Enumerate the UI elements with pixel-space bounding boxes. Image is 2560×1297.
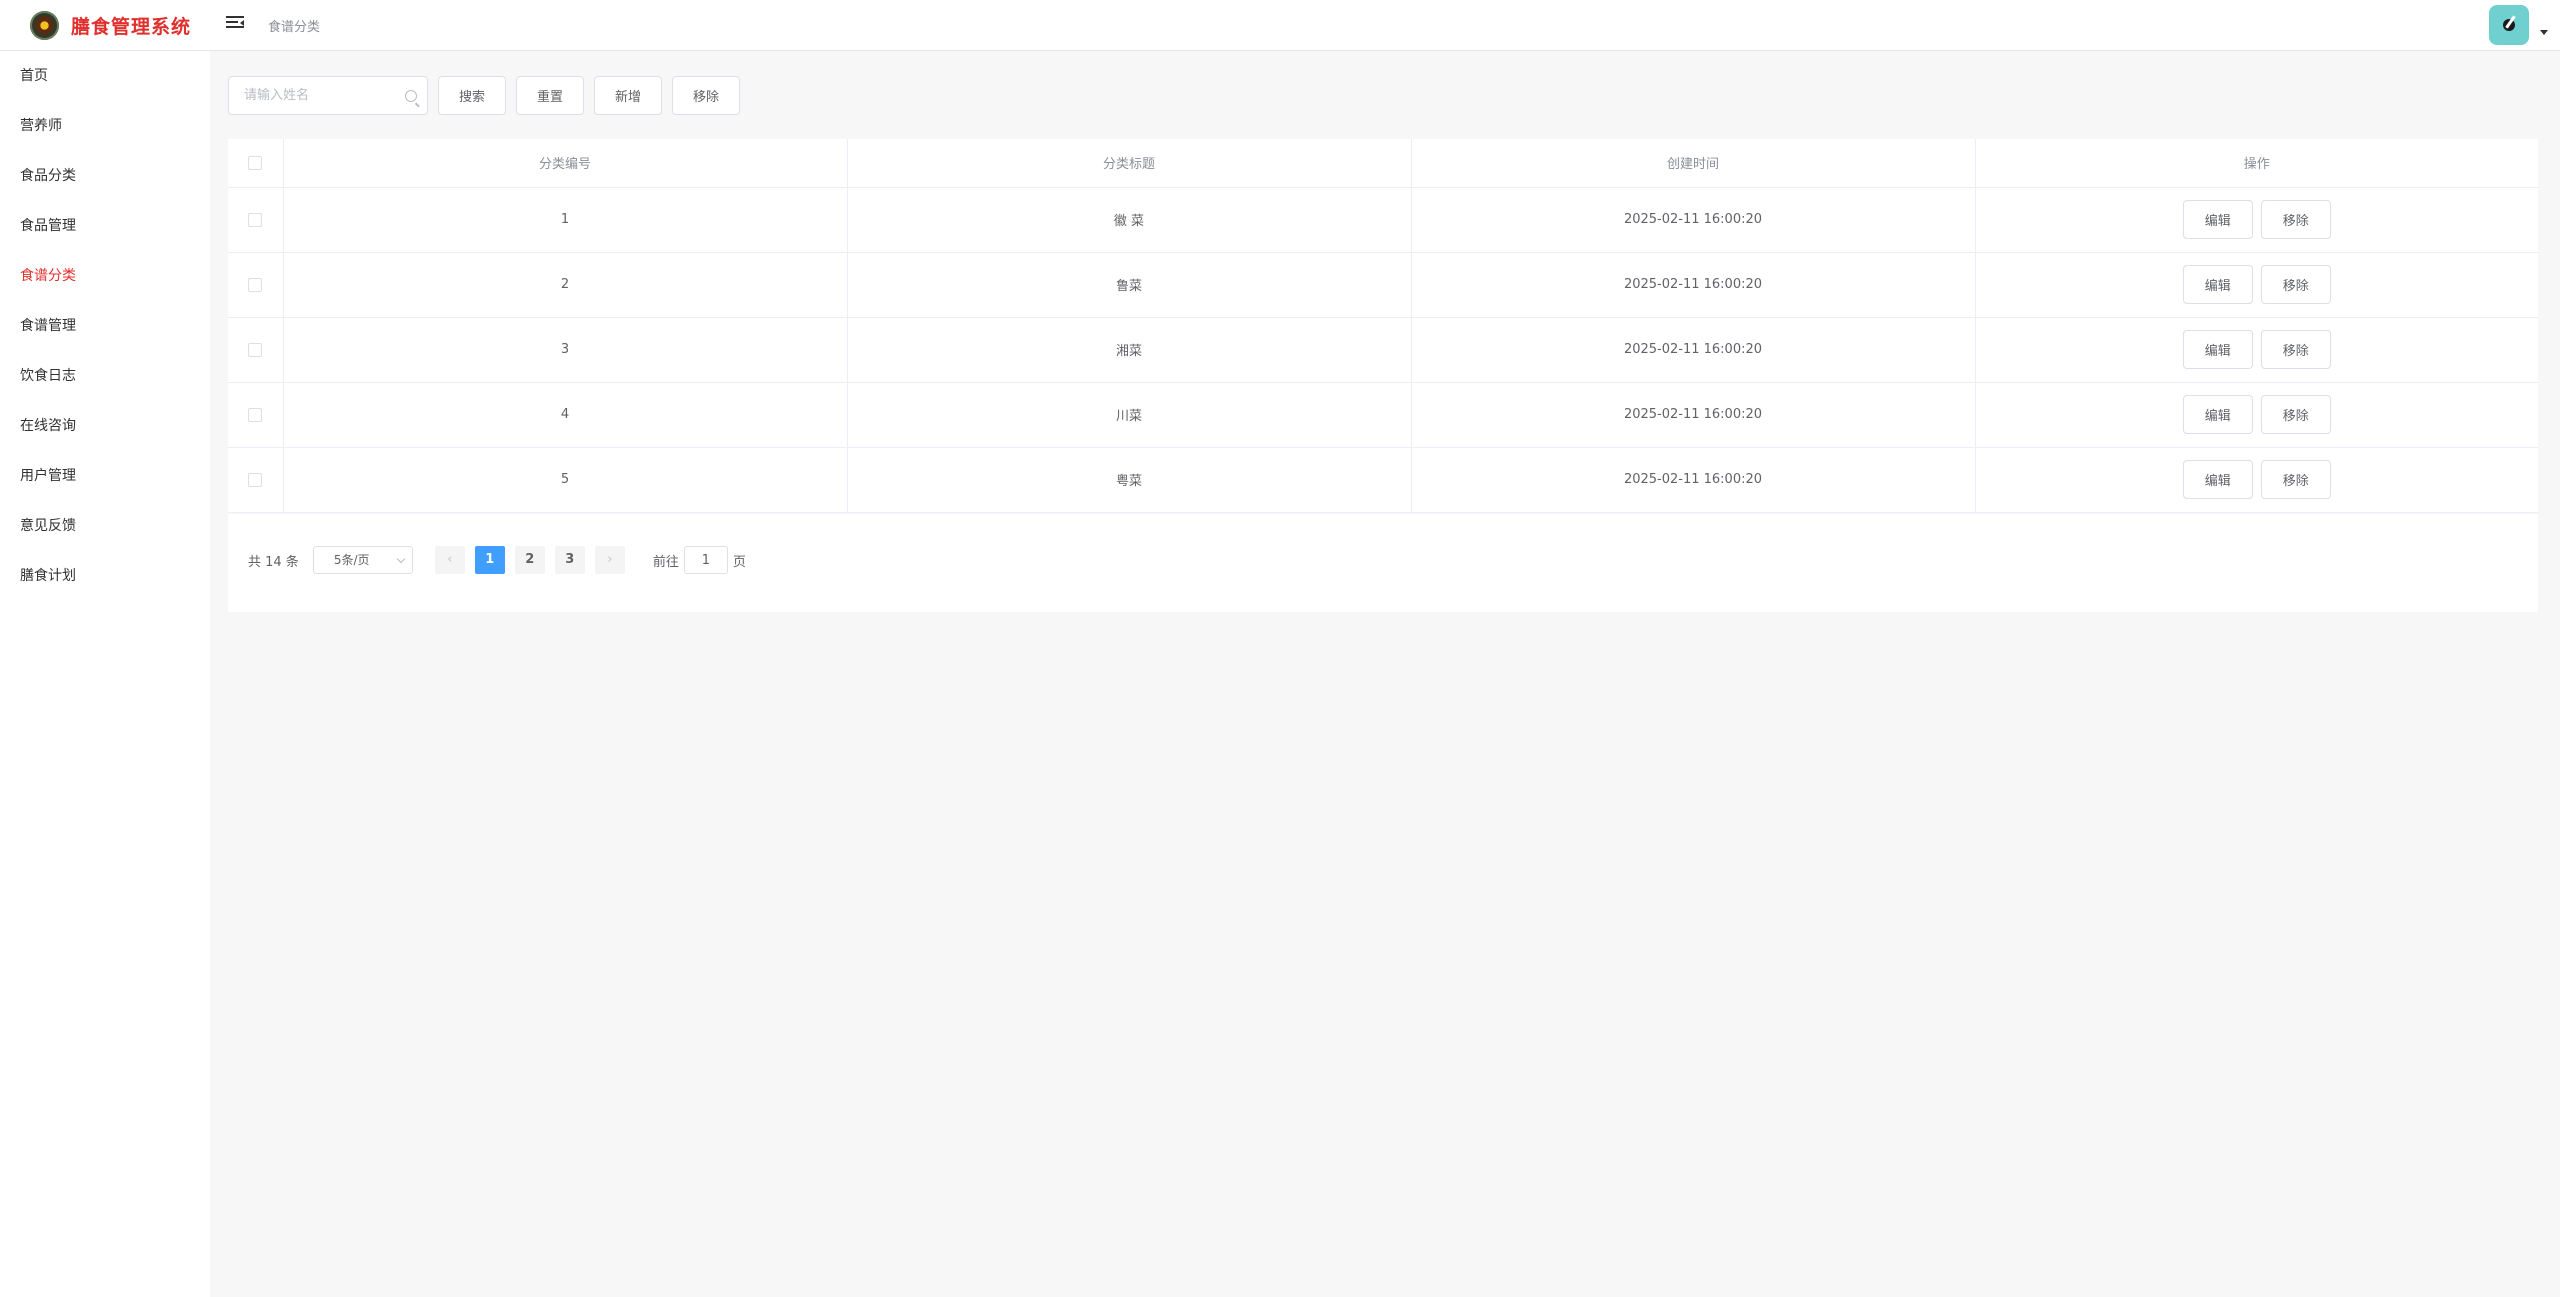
table-header-row: 分类编号 分类标题 创建时间 操作 — [228, 139, 2538, 188]
table-row: 3 湘菜 2025-02-11 16:00:20 编辑 移除 — [228, 317, 2538, 383]
cell-created: 2025-02-11 16:00:20 — [1411, 252, 1976, 318]
cell-actions: 编辑 移除 — [1975, 447, 2538, 513]
edit-button[interactable]: 编辑 — [2182, 330, 2253, 369]
breadcrumb[interactable]: 食谱分类 — [268, 16, 320, 35]
remove-button[interactable]: 移除 — [2260, 395, 2331, 434]
sidebar-item-recipe-management[interactable]: 食谱管理 — [0, 301, 210, 351]
sidebar-item-diet-plan[interactable]: 膳食计划 — [0, 551, 210, 601]
edit-button[interactable]: 编辑 — [2182, 460, 2253, 499]
remove-button[interactable]: 移除 — [2260, 200, 2331, 239]
sidebar-item-user-management[interactable]: 用户管理 — [0, 451, 210, 501]
search-input[interactable] — [229, 77, 389, 114]
goto-page-input[interactable] — [683, 546, 728, 574]
edit-button[interactable]: 编辑 — [2182, 200, 2253, 239]
cell-actions: 编辑 移除 — [1975, 187, 2538, 253]
goto-prefix: 前往 — [652, 554, 679, 570]
brand: 膳食管理系统 — [30, 11, 191, 40]
sidebar-item-recipe-category[interactable]: 食谱分类 — [0, 251, 210, 301]
sidebar-item-feedback[interactable]: 意见反馈 — [0, 501, 210, 551]
sidebar-item-food-category[interactable]: 食品分类 — [0, 151, 210, 201]
edit-button[interactable]: 编辑 — [2182, 265, 2253, 304]
search-box[interactable] — [228, 76, 428, 115]
table-row: 4 川菜 2025-02-11 16:00:20 编辑 移除 — [228, 382, 2538, 448]
sidebar-item-dietitian[interactable]: 营养师 — [0, 101, 210, 151]
select-all-checkbox[interactable] — [248, 155, 263, 170]
cell-id: 4 — [283, 382, 848, 448]
row-select-cell — [228, 382, 284, 448]
column-header-created: 创建时间 — [1411, 139, 1976, 188]
next-page-button[interactable]: › — [594, 546, 625, 574]
row-select-cell — [228, 447, 284, 513]
table-row: 1 徽 菜 2025-02-11 16:00:20 编辑 移除 — [228, 187, 2538, 253]
sidebar: 首页 营养师 食品分类 食品管理 食谱分类 食谱管理 饮食日志 在线咨询 用户管… — [0, 51, 210, 1297]
edit-button[interactable]: 编辑 — [2182, 395, 2253, 434]
page-size-select[interactable]: 5条/页 — [312, 546, 413, 574]
sidebar-item-online-consult[interactable]: 在线咨询 — [0, 401, 210, 451]
add-button[interactable]: 新增 — [594, 76, 663, 115]
remove-button[interactable]: 移除 — [2260, 330, 2331, 369]
cell-actions: 编辑 移除 — [1975, 317, 2538, 383]
chevron-down-icon — [396, 554, 406, 564]
caret-down-icon[interactable] — [2540, 30, 2548, 35]
remove-button[interactable]: 移除 — [2260, 265, 2331, 304]
cell-title: 徽 菜 — [847, 187, 1412, 253]
table-row: 5 粤菜 2025-02-11 16:00:20 编辑 移除 — [228, 447, 2538, 513]
cell-id: 1 — [283, 187, 848, 253]
cell-title: 湘菜 — [847, 317, 1412, 383]
page-button-2[interactable]: 2 — [514, 546, 545, 574]
column-header-actions: 操作 — [1975, 139, 2538, 188]
goto-suffix: 页 — [732, 554, 746, 570]
total-count: 共 14 条 — [248, 554, 299, 570]
cell-actions: 编辑 移除 — [1975, 252, 2538, 318]
data-table: 分类编号 分类标题 创建时间 操作 1 徽 菜 2025-02-11 16:00… — [228, 139, 2538, 513]
prev-page-button[interactable]: ‹ — [434, 546, 465, 574]
row-checkbox[interactable] — [248, 212, 263, 227]
page-size-value: 5条/页 — [333, 553, 370, 567]
bulk-remove-button[interactable]: 移除 — [672, 76, 741, 115]
cell-created: 2025-02-11 16:00:20 — [1411, 317, 1976, 383]
cell-created: 2025-02-11 16:00:20 — [1411, 382, 1976, 448]
menu-toggle-icon[interactable] — [226, 16, 244, 32]
cell-title: 鲁菜 — [847, 252, 1412, 318]
row-checkbox[interactable] — [248, 407, 263, 422]
page-button-3[interactable]: 3 — [554, 546, 585, 574]
row-checkbox[interactable] — [248, 342, 263, 357]
pagination-area: 共 14 条 5条/页 ‹ 1 2 3 › 前往 页 — [228, 514, 2538, 612]
toolbar: 搜索 重置 新增 移除 — [228, 76, 741, 115]
goto-page: 前往 页 — [653, 546, 746, 574]
cell-title: 川菜 — [847, 382, 1412, 448]
column-header-id: 分类编号 — [283, 139, 848, 188]
sidebar-item-diet-log[interactable]: 饮食日志 — [0, 351, 210, 401]
cell-id: 3 — [283, 317, 848, 383]
sidebar-item-home[interactable]: 首页 — [0, 51, 210, 101]
avatar[interactable] — [2489, 5, 2529, 45]
page-button-1[interactable]: 1 — [474, 546, 505, 574]
cell-id: 5 — [283, 447, 848, 513]
main-content: 搜索 重置 新增 移除 分类编号 分类标题 创建时间 操作 1 — [210, 51, 2560, 1297]
search-button[interactable]: 搜索 — [438, 76, 507, 115]
sidebar-item-food-management[interactable]: 食品管理 — [0, 201, 210, 251]
row-checkbox[interactable] — [248, 277, 263, 292]
remove-button[interactable]: 移除 — [2260, 460, 2331, 499]
top-header: 膳食管理系统 食谱分类 — [0, 0, 2560, 51]
select-all-cell — [228, 139, 284, 188]
app-title: 膳食管理系统 — [71, 16, 192, 38]
app-logo — [30, 11, 59, 40]
row-checkbox[interactable] — [248, 472, 263, 487]
cell-created: 2025-02-11 16:00:20 — [1411, 187, 1976, 253]
cell-id: 2 — [283, 252, 848, 318]
row-select-cell — [228, 317, 284, 383]
search-icon[interactable] — [405, 90, 417, 102]
cell-title: 粤菜 — [847, 447, 1412, 513]
table-row: 2 鲁菜 2025-02-11 16:00:20 编辑 移除 — [228, 252, 2538, 318]
pagination: 共 14 条 5条/页 ‹ 1 2 3 › 前往 页 — [248, 546, 746, 574]
row-select-cell — [228, 252, 284, 318]
cell-actions: 编辑 移除 — [1975, 382, 2538, 448]
reset-button[interactable]: 重置 — [516, 76, 585, 115]
cell-created: 2025-02-11 16:00:20 — [1411, 447, 1976, 513]
row-select-cell — [228, 187, 284, 253]
column-header-title: 分类标题 — [847, 139, 1412, 188]
